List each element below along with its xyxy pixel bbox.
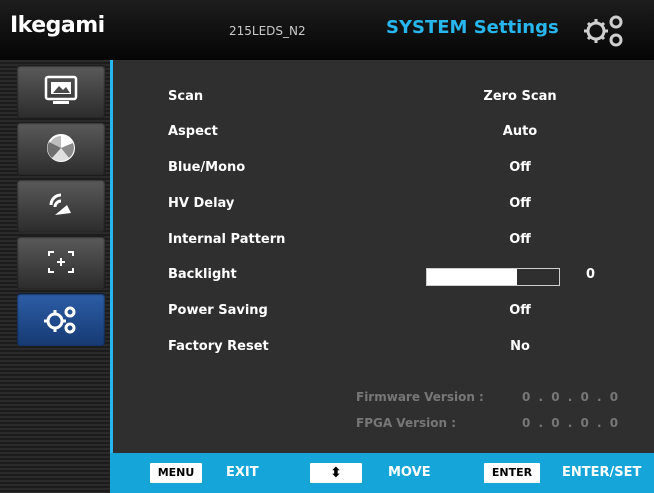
firmware-version-value: 0 . 0 . 0 . 0: [522, 390, 621, 404]
setting-label: Power Saving: [168, 303, 268, 318]
setting-label: HV Delay: [168, 196, 235, 211]
tab-picture[interactable]: [17, 65, 105, 118]
setting-value: Off: [509, 196, 531, 211]
setting-value: No: [510, 339, 530, 354]
backlight-value: 0: [586, 267, 596, 282]
setting-value: Off: [509, 303, 531, 318]
audio-icon: [49, 193, 71, 215]
tab-audio[interactable]: [17, 179, 105, 232]
header-bar: Ikegami 215LEDS_N2 SYSTEM Settings: [0, 0, 654, 60]
backlight-slider[interactable]: [426, 268, 560, 286]
setting-value: Auto: [502, 124, 538, 139]
setting-internal-pattern[interactable]: Internal Pattern Off: [110, 228, 654, 252]
footer-bar: MENU EXIT ⬍ MOVE ENTER ENTER/SET: [110, 453, 654, 493]
setting-blue-mono[interactable]: Blue/Mono Off: [110, 156, 654, 180]
move-key[interactable]: ⬍: [310, 463, 362, 483]
sidebar: [0, 60, 110, 493]
backlight-slider-fill: [427, 269, 517, 285]
osd-menu: Ikegami 215LEDS_N2 SYSTEM Settings Scan …: [0, 0, 654, 493]
move-label: MOVE: [388, 465, 431, 480]
setting-label: Aspect: [168, 124, 218, 139]
marker-icon: [48, 251, 74, 273]
model-name: 215LEDS_N2: [229, 24, 306, 38]
exit-label: EXIT: [226, 465, 259, 480]
tab-color[interactable]: [17, 122, 105, 175]
setting-label: Internal Pattern: [168, 232, 286, 247]
brand-logo: Ikegami: [10, 13, 105, 38]
enter-key[interactable]: ENTER: [484, 463, 540, 483]
setting-label: Factory Reset: [168, 339, 269, 354]
color-wheel-icon: [47, 134, 75, 162]
setting-hv-delay[interactable]: HV Delay Off: [110, 192, 654, 216]
firmware-version-label: Firmware Version :: [356, 390, 484, 404]
setting-value: Off: [509, 232, 531, 247]
page-title: SYSTEM Settings: [386, 17, 559, 38]
setting-label: Blue/Mono: [168, 160, 246, 175]
accent-stripe: [110, 60, 113, 453]
setting-value: Zero Scan: [483, 89, 557, 104]
fpga-version-value: 0 . 0 . 0 . 0: [522, 416, 621, 430]
tab-system[interactable]: [17, 293, 105, 346]
picture-icon: [44, 75, 78, 104]
enter-set-label: ENTER/SET: [562, 465, 642, 480]
settings-panel: Scan Zero Scan Aspect Auto Blue/Mono Off…: [110, 60, 654, 453]
setting-label: Scan: [168, 89, 204, 104]
setting-label: Backlight: [168, 267, 237, 282]
setting-factory-reset[interactable]: Factory Reset No: [110, 335, 654, 359]
setting-value: Off: [509, 160, 531, 175]
setting-scan[interactable]: Scan Zero Scan: [110, 85, 654, 109]
gear-icon: [584, 15, 623, 47]
setting-power-saving[interactable]: Power Saving Off: [110, 299, 654, 323]
gear-icon: [44, 306, 76, 334]
setting-aspect[interactable]: Aspect Auto: [110, 120, 654, 144]
menu-key[interactable]: MENU: [150, 463, 202, 483]
fpga-version-label: FPGA Version :: [356, 416, 457, 430]
setting-backlight[interactable]: Backlight 0: [110, 263, 654, 287]
tab-marker[interactable]: [17, 236, 105, 289]
